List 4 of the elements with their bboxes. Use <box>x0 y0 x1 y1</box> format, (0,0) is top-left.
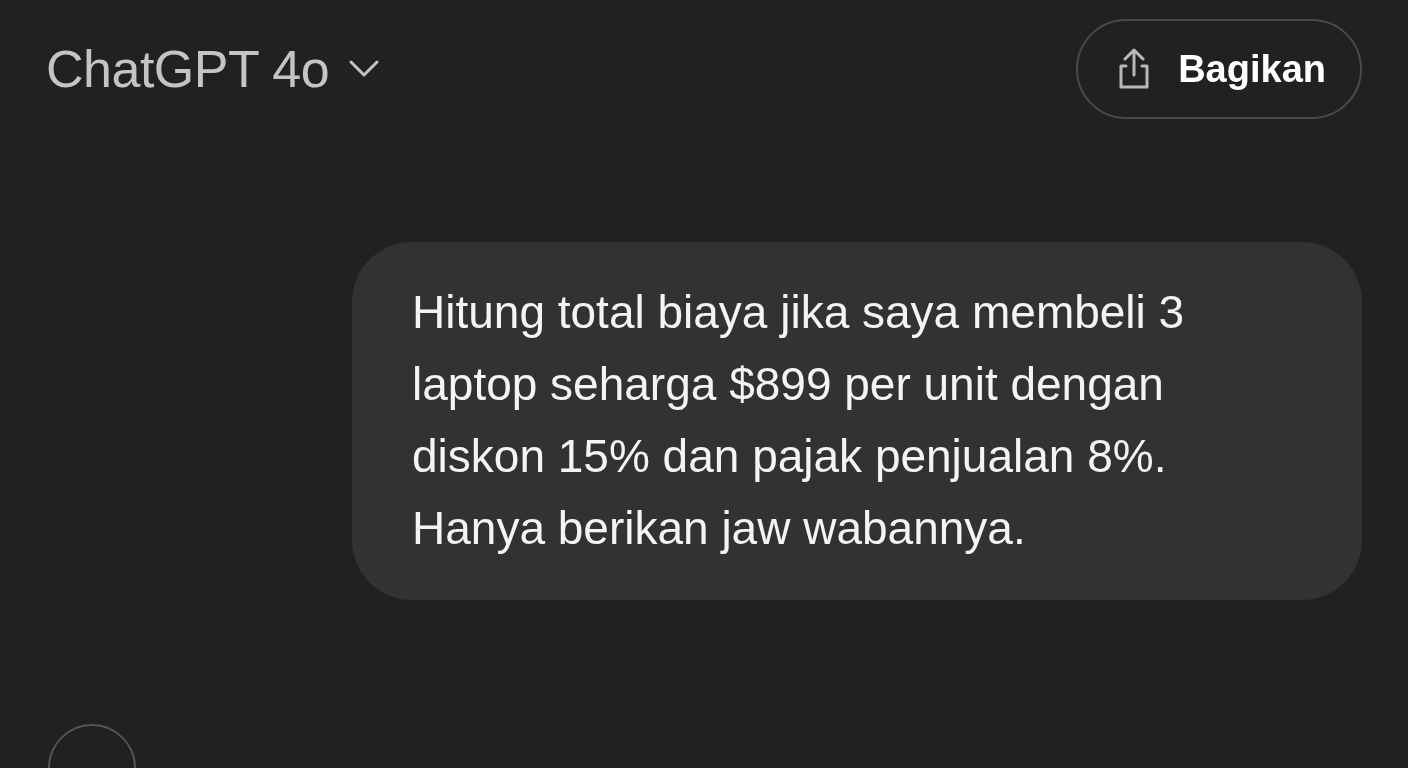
share-button[interactable]: Bagikan <box>1076 19 1362 119</box>
user-message: Hitung total biaya jika saya membeli 3 laptop seharga $899 per unit dengan diskon 15% dan pajak penjualan 8%. Hanya berikan jaw wabannya. <box>352 242 1362 600</box>
chevron-down-icon <box>349 60 380 78</box>
model-selector[interactable]: ChatGPT 4o <box>46 39 380 99</box>
